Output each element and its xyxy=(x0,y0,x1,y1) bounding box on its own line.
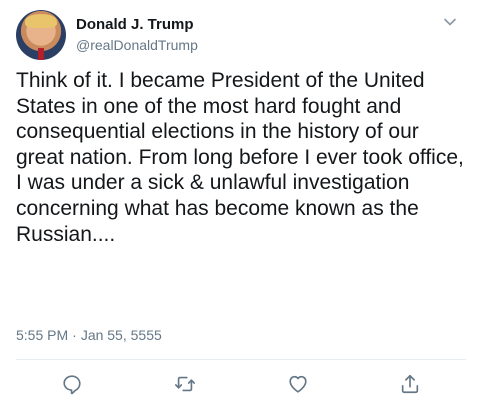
share-icon xyxy=(401,374,419,394)
like-button[interactable] xyxy=(286,372,310,396)
author-handle[interactable]: @realDonaldTrump xyxy=(76,37,198,53)
author-name[interactable]: Donald J. Trump xyxy=(76,16,194,33)
reply-icon xyxy=(63,375,81,395)
timestamp[interactable]: 5:55 PM · Jan 55, 5555 xyxy=(16,327,162,343)
avatar[interactable] xyxy=(16,10,66,60)
divider xyxy=(16,359,466,360)
retweet-button[interactable] xyxy=(173,372,197,396)
share-button[interactable] xyxy=(398,372,422,396)
action-bar xyxy=(0,372,480,398)
timestamp-separator: · xyxy=(72,327,77,343)
heart-icon xyxy=(289,375,307,393)
retweet-icon xyxy=(175,376,195,392)
avatar-tie xyxy=(38,48,44,60)
avatar-hair xyxy=(25,14,57,28)
reply-button[interactable] xyxy=(60,372,84,396)
tweet-time: 5:55 PM xyxy=(16,327,69,343)
tweet-card: Donald J. Trump @realDonaldTrump Think o… xyxy=(0,0,480,410)
chevron-down-icon[interactable] xyxy=(442,14,458,30)
tweet-date: Jan 55, 5555 xyxy=(80,327,162,343)
tweet-text: Think of it. I became President of the U… xyxy=(16,69,464,246)
